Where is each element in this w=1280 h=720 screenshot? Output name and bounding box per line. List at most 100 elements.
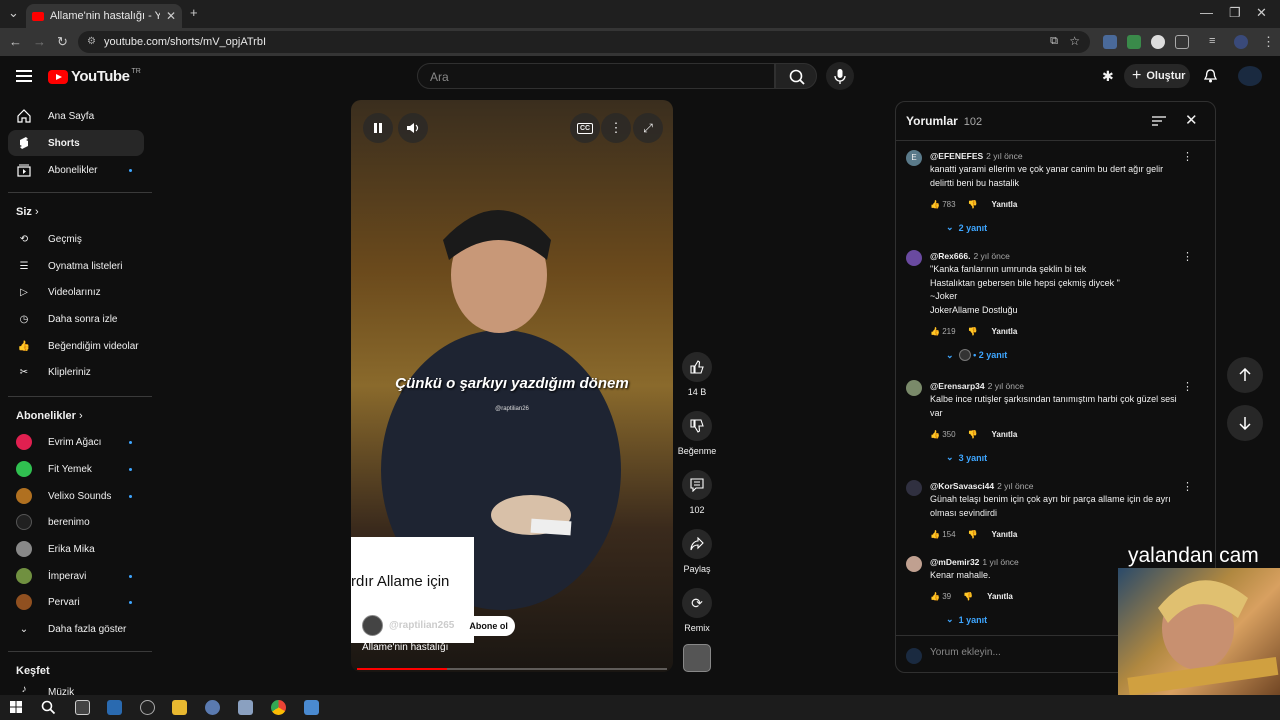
subscribe-button[interactable]: Abone ol xyxy=(462,615,515,636)
comment-more-icon[interactable]: ⋮ xyxy=(1182,250,1193,263)
thumbs-down-icon[interactable]: 👎 xyxy=(963,592,973,601)
minimize-icon[interactable]: — xyxy=(1200,5,1213,20)
comment-time[interactable]: 1 yıl önce xyxy=(982,557,1018,567)
reply-button[interactable]: Yanıtla xyxy=(992,530,1018,539)
thumbs-up-icon[interactable]: 👍 xyxy=(930,430,940,439)
extension-icon-2[interactable] xyxy=(1127,35,1141,49)
site-info-icon[interactable]: ⚙ xyxy=(87,36,96,47)
comment-author[interactable]: @Erensarp34 xyxy=(930,381,985,391)
thumbs-up-icon[interactable]: 👍 xyxy=(930,200,940,209)
thumbs-down-icon[interactable]: 👎 xyxy=(968,327,978,336)
sidebar-item-home[interactable]: Ana Sayfa xyxy=(8,103,144,129)
reply-button[interactable]: Yanıtla xyxy=(992,327,1018,336)
comment-author[interactable]: @mDemir32 xyxy=(930,557,979,567)
view-replies-button[interactable]: ⌄ 3 yanıt xyxy=(946,452,987,463)
create-button[interactable]: + Oluştur xyxy=(1124,64,1190,88)
restore-icon[interactable]: ❐ xyxy=(1229,5,1241,21)
taskbar-app-icon[interactable] xyxy=(205,700,220,715)
comment-time[interactable]: 2 yıl önce xyxy=(997,481,1033,491)
commenter-avatar[interactable] xyxy=(906,480,922,496)
comment-author[interactable]: @Rex666. xyxy=(930,251,970,261)
channel-avatar[interactable] xyxy=(362,615,383,636)
dislike-button[interactable]: Beğenme xyxy=(676,411,718,456)
task-view-icon[interactable] xyxy=(75,700,90,715)
sidebar-sub-channel[interactable]: Evrim Ağacı xyxy=(8,429,144,455)
search-input[interactable]: Ara xyxy=(417,63,775,89)
commenter-avatar[interactable]: E xyxy=(906,150,922,166)
sidebar-item-watch-later[interactable]: ◷ Daha sonra izle xyxy=(8,306,144,332)
subscriptions-section-header[interactable]: Abonelikler › xyxy=(16,410,83,422)
thumbs-up-icon[interactable]: 👍 xyxy=(930,530,940,539)
thumbs-up-icon[interactable]: 👍 xyxy=(930,592,940,601)
close-comments-icon[interactable]: ✕ xyxy=(1185,111,1198,129)
tab-list-icon[interactable]: ⌄ xyxy=(8,5,19,21)
taskbar-app-icon[interactable] xyxy=(107,700,122,715)
comment-time[interactable]: 2 yıl önce xyxy=(988,381,1024,391)
sidebar-item-subscriptions[interactable]: Abonelikler xyxy=(8,157,144,183)
sidebar-sub-channel[interactable]: İmperavi xyxy=(8,563,144,589)
sidebar-sub-channel[interactable]: Pervari xyxy=(8,589,144,615)
sidebar-sub-channel[interactable]: Velixo Sounds xyxy=(8,483,144,509)
remix-button[interactable]: ⟳ Remix xyxy=(676,588,718,633)
reply-button[interactable]: Yanıtla xyxy=(992,200,1018,209)
extension-icon-3[interactable] xyxy=(1151,35,1165,49)
like-button[interactable]: 14 B xyxy=(676,352,718,397)
extensions-puzzle-icon[interactable] xyxy=(1175,35,1189,49)
bookmark-star-icon[interactable]: ☆ xyxy=(1069,34,1080,48)
reading-list-icon[interactable]: ≡ xyxy=(1209,35,1223,49)
reply-button[interactable]: Yanıtla xyxy=(992,430,1018,439)
add-comment-input[interactable]: Yorum ekleyin... xyxy=(930,647,1001,658)
next-short-button[interactable] xyxy=(1227,405,1263,441)
sidebar-item-music[interactable]: ♪ Müzik xyxy=(8,681,144,696)
sidebar-sub-channel[interactable]: Erika Mika xyxy=(8,536,144,562)
sidebar-item-clips[interactable]: ✂ Klipleriniz xyxy=(8,359,144,385)
windows-start-icon[interactable] xyxy=(10,701,22,713)
install-app-icon[interactable]: ⧉ xyxy=(1050,35,1058,48)
audio-source-thumbnail[interactable] xyxy=(683,644,711,672)
back-icon[interactable]: ← xyxy=(9,34,22,49)
view-replies-button[interactable]: ⌄ 1 yanıt xyxy=(946,614,987,625)
extension-icon-1[interactable] xyxy=(1103,35,1117,49)
taskbar-search-icon[interactable] xyxy=(41,700,56,715)
taskbar-app-icon[interactable] xyxy=(140,700,155,715)
new-tab-button[interactable]: + xyxy=(190,5,198,20)
comment-time[interactable]: 2 yıl önce xyxy=(986,151,1022,161)
chrome-icon[interactable] xyxy=(271,700,286,715)
address-bar[interactable]: ⚙ youtube.com/shorts/mV_opjATrbI ⧉ ☆ xyxy=(78,31,1090,53)
sidebar-sub-channel[interactable]: berenimo xyxy=(8,509,144,535)
taskbar-app-icon[interactable] xyxy=(238,700,253,715)
comment-author[interactable]: @KorSavasci44 xyxy=(930,481,994,491)
captions-button[interactable]: CC xyxy=(570,113,600,143)
account-avatar[interactable] xyxy=(1238,66,1262,86)
sidebar-item-your-videos[interactable]: ▷ Videolarınız xyxy=(8,279,144,305)
shorts-video-player[interactable]: CC ⋮ ⤢ Çünkü o şarkıyı yazdığım dönem @r… xyxy=(351,100,673,672)
thumbs-down-icon[interactable]: 👎 xyxy=(968,200,978,209)
browser-tab[interactable]: Allame'nin hastalığı - YouTube ✕ xyxy=(26,4,182,28)
previous-short-button[interactable] xyxy=(1227,357,1263,393)
sidebar-sub-channel[interactable]: Fit Yemek xyxy=(8,456,144,482)
sort-icon[interactable] xyxy=(1152,115,1166,127)
reply-button[interactable]: Yanıtla xyxy=(987,592,1013,601)
sidebar-item-playlists[interactable]: ☰ Oynatma listeleri xyxy=(8,253,144,279)
video-progress-bar[interactable] xyxy=(357,668,667,670)
video-title[interactable]: Allame'nin hastalığı xyxy=(362,642,448,653)
thumbs-up-icon[interactable]: 👍 xyxy=(930,327,940,336)
thumbs-down-icon[interactable]: 👎 xyxy=(968,530,978,539)
commenter-avatar[interactable] xyxy=(906,250,922,266)
channel-handle[interactable]: @raptilian265 xyxy=(389,620,454,631)
thumbs-down-icon[interactable]: 👎 xyxy=(968,430,978,439)
forward-icon[interactable]: → xyxy=(33,34,46,49)
shorts-create-icon[interactable]: ✱ xyxy=(1102,68,1114,85)
show-more-button[interactable]: ⌄ Daha fazla göster xyxy=(8,616,144,642)
comment-author[interactable]: @EFENEFES xyxy=(930,151,983,161)
search-button[interactable] xyxy=(775,63,817,89)
comment-more-icon[interactable]: ⋮ xyxy=(1182,380,1193,393)
volume-button[interactable] xyxy=(398,113,428,143)
comment-more-icon[interactable]: ⋮ xyxy=(1182,150,1193,163)
view-replies-button[interactable]: ⌄ 2 yanıt xyxy=(946,222,987,233)
hamburger-menu-icon[interactable] xyxy=(16,70,32,82)
comment-time[interactable]: 2 yıl önce xyxy=(973,251,1009,261)
view-replies-button[interactable]: ⌄ • 2 yanıt xyxy=(946,349,1007,361)
commenter-avatar[interactable] xyxy=(906,556,922,572)
file-explorer-icon[interactable] xyxy=(172,700,187,715)
